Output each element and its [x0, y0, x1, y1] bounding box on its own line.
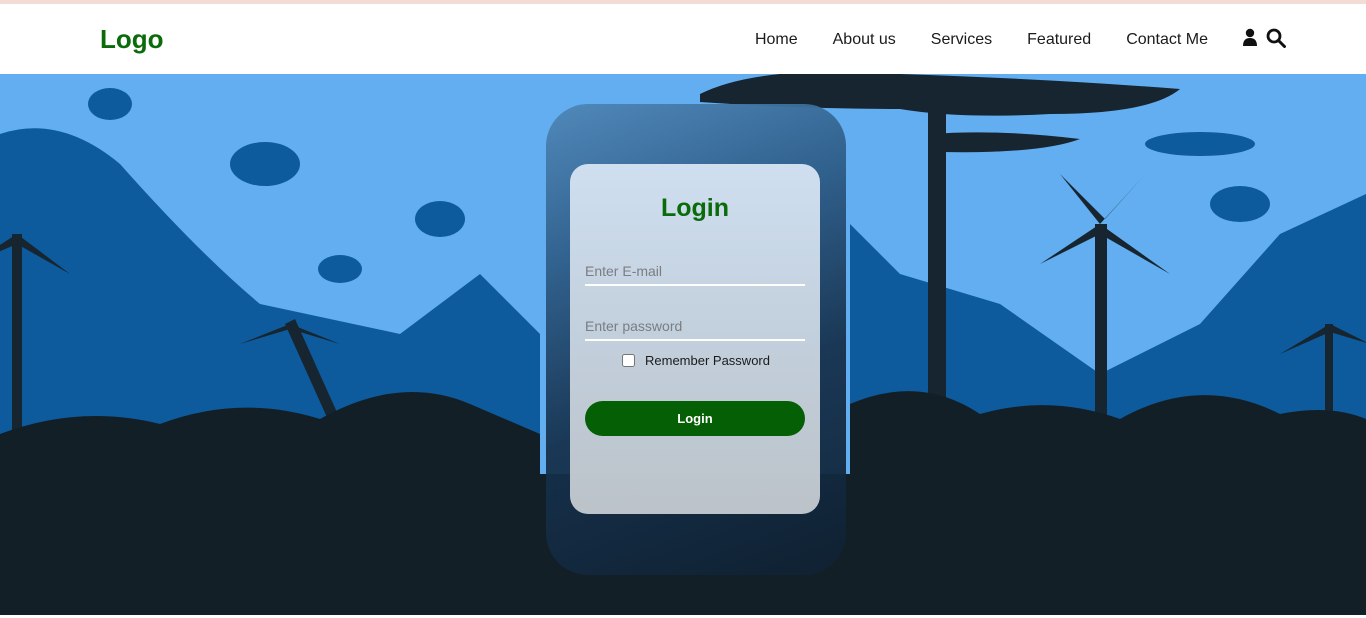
login-card: Login Remember Password Login — [570, 164, 820, 514]
email-field[interactable] — [585, 258, 805, 286]
main-nav: Home About us Services Featured Contact … — [755, 31, 1208, 49]
remember-password-label: Remember Password — [645, 353, 770, 368]
remember-password-checkbox[interactable] — [622, 354, 635, 367]
user-icon[interactable] — [1242, 28, 1258, 46]
search-icon[interactable] — [1266, 28, 1286, 48]
site-header: Logo Home About us Services Featured Con… — [0, 4, 1366, 74]
remember-password[interactable]: Remember Password — [622, 353, 770, 368]
nav-featured[interactable]: Featured — [1027, 31, 1091, 49]
password-field[interactable] — [585, 313, 805, 341]
nav-about-us[interactable]: About us — [833, 31, 896, 49]
login-button[interactable]: Login — [585, 401, 805, 436]
logo[interactable]: Logo — [100, 24, 164, 55]
nav-home[interactable]: Home — [755, 31, 798, 49]
nav-services[interactable]: Services — [931, 31, 992, 49]
login-title: Login — [660, 194, 730, 222]
nav-contact-me[interactable]: Contact Me — [1126, 31, 1208, 49]
